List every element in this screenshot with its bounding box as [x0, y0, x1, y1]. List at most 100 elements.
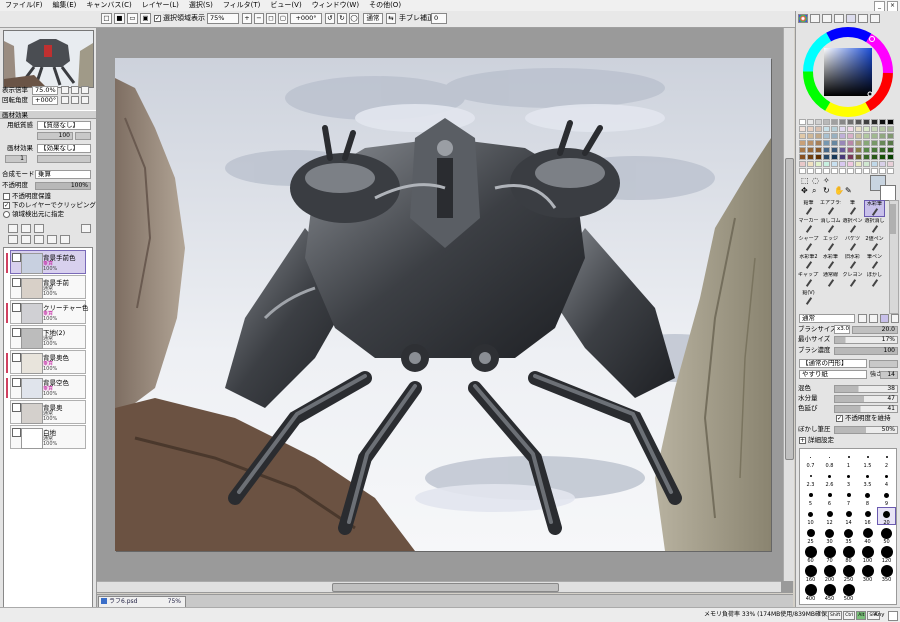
delete-layer-icon[interactable]: [47, 235, 57, 244]
layer-visibility-icon[interactable]: [12, 403, 21, 412]
color-swatch[interactable]: [831, 154, 838, 160]
horizontal-scroll-thumb[interactable]: [332, 583, 559, 592]
menu-item-0[interactable]: ファイル(F): [0, 0, 48, 11]
clipping-checkbox[interactable]: ✓: [3, 202, 10, 209]
brush-size-preset[interactable]: 0.8: [821, 451, 838, 469]
color-swatch[interactable]: [831, 168, 838, 174]
color-persistence-bar[interactable]: 41: [834, 405, 898, 413]
rotate-left-button[interactable]: ↺: [325, 13, 335, 24]
brush-size-preset[interactable]: 5: [802, 489, 819, 507]
color-swatch[interactable]: [863, 147, 870, 153]
brush-size-preset[interactable]: 7: [840, 489, 857, 507]
layer-row[interactable]: 背景奥色 乗算 100%: [6, 350, 86, 374]
brush-tool-6[interactable]: 選択ペン: [842, 218, 863, 235]
brush-size-preset[interactable]: 2: [878, 451, 895, 469]
brush-tool-10[interactable]: バケツ: [842, 236, 863, 253]
rotate-icon[interactable]: ↻: [823, 186, 830, 195]
color-swatch[interactable]: [815, 161, 822, 167]
color-swatch[interactable]: [879, 119, 886, 125]
brush-size-preset[interactable]: 1.5: [859, 451, 876, 469]
brush-size-preset[interactable]: 16: [859, 508, 876, 526]
brush-tool-4[interactable]: マーカー: [798, 218, 819, 235]
brush-tool-8[interactable]: シャープ: [798, 236, 819, 253]
color-swatch[interactable]: [855, 161, 862, 167]
select-rect-icon[interactable]: ⬚: [801, 176, 809, 185]
opacity-bar[interactable]: 100%: [35, 182, 91, 190]
blur-pressure-bar[interactable]: 50%: [834, 426, 898, 434]
brush-size-multiplier[interactable]: x3.0: [834, 325, 850, 334]
color-swatch[interactable]: [823, 133, 830, 139]
brush-shape-round-icon[interactable]: [880, 314, 889, 323]
nav-zoom-value[interactable]: 75.0%: [32, 86, 58, 95]
layer-row[interactable]: 下地(2) 通常 100%: [10, 325, 86, 349]
color-swatch[interactable]: [807, 168, 814, 174]
brush-size-preset[interactable]: 3.5: [859, 470, 876, 488]
color-swatch[interactable]: [879, 140, 886, 146]
color-swatch[interactable]: [847, 126, 854, 132]
brush-tool-7[interactable]: 選択消し: [864, 218, 885, 235]
color-swatch[interactable]: [815, 119, 822, 125]
color-swatch[interactable]: [799, 119, 806, 125]
layer-row[interactable]: クリーチャー色 乗算 100%: [6, 300, 88, 324]
brush-size-preset[interactable]: 3: [840, 470, 857, 488]
brush-size-preset[interactable]: 2.3: [802, 470, 819, 488]
brush-size-preset[interactable]: 12: [821, 508, 838, 526]
color-swatch[interactable]: [807, 147, 814, 153]
layer-visibility-icon[interactable]: [12, 378, 21, 387]
transform-button[interactable]: ▣: [140, 13, 151, 24]
brush-tool-15[interactable]: 筆ペン: [864, 254, 885, 271]
zoom-in-button[interactable]: +: [242, 13, 252, 24]
color-swatch[interactable]: [863, 126, 870, 132]
merge-all-icon[interactable]: [34, 235, 44, 244]
horizontal-scrollbar[interactable]: [97, 581, 781, 592]
brush-size-preset[interactable]: 35: [840, 527, 857, 545]
color-swatch[interactable]: [831, 126, 838, 132]
brush-size-preset[interactable]: 20: [877, 507, 896, 526]
menu-item-3[interactable]: レイヤー(L): [137, 0, 184, 11]
show-selection-checkbox[interactable]: ✓: [154, 15, 161, 22]
menu-item-8[interactable]: その他(O): [364, 0, 406, 11]
vertical-scroll-thumb[interactable]: [785, 158, 794, 460]
color-swatch[interactable]: [863, 168, 870, 174]
brush-shape-sharp-icon[interactable]: [858, 314, 867, 323]
menu-item-5[interactable]: フィルタ(T): [218, 0, 266, 11]
color-swatch[interactable]: [879, 147, 886, 153]
brush-size-preset[interactable]: 160: [802, 565, 819, 583]
new-folder-icon[interactable]: [34, 224, 44, 233]
brush-tool-12[interactable]: 水彩筆2: [798, 254, 819, 271]
brush-size-preset[interactable]: 50: [878, 527, 895, 545]
layer-row[interactable]: 白地 通常 100%: [10, 425, 86, 449]
paper-scale-bar[interactable]: 100: [37, 132, 73, 140]
color-swatch[interactable]: [823, 168, 830, 174]
color-swatch[interactable]: [823, 147, 830, 153]
nav-rotate-left-button[interactable]: [61, 96, 69, 104]
color-swatch[interactable]: [823, 126, 830, 132]
brush-shape-soft-icon[interactable]: [869, 314, 878, 323]
color-swatch[interactable]: [847, 140, 854, 146]
layer-visibility-icon[interactable]: [12, 353, 21, 362]
reference-radio[interactable]: [3, 211, 10, 218]
background-color[interactable]: [880, 185, 896, 201]
color-swatch[interactable]: [823, 161, 830, 167]
color-swatch[interactable]: [871, 126, 878, 132]
new-layer-icon[interactable]: [8, 224, 18, 233]
copy-layer-icon[interactable]: [8, 235, 18, 244]
brush-tool-18[interactable]: クレヨン: [842, 272, 863, 289]
color-swatch[interactable]: [855, 140, 862, 146]
color-swatch[interactable]: [855, 126, 862, 132]
brush-tool-14[interactable]: 旧水彩: [842, 254, 863, 271]
water-amount-bar[interactable]: 47: [834, 395, 898, 403]
brush-texture-select[interactable]: やすり紙: [799, 370, 867, 379]
brush-tool-19[interactable]: ぼかし: [864, 272, 885, 289]
brush-size-preset[interactable]: 2.6: [821, 470, 838, 488]
texture-strength-bar[interactable]: 14: [880, 371, 898, 379]
color-swatch[interactable]: [807, 161, 814, 167]
flip-button[interactable]: ⇆: [386, 13, 396, 24]
deselect-button[interactable]: □: [101, 13, 112, 24]
color-swatch[interactable]: [839, 119, 846, 125]
canvas-workspace[interactable]: [97, 28, 794, 593]
menu-item-7[interactable]: ウィンドウ(W): [307, 0, 364, 11]
keep-opacity-checkbox[interactable]: ✓: [836, 415, 843, 422]
menu-item-1[interactable]: 編集(E): [48, 0, 82, 11]
color-swatch[interactable]: [887, 126, 894, 132]
